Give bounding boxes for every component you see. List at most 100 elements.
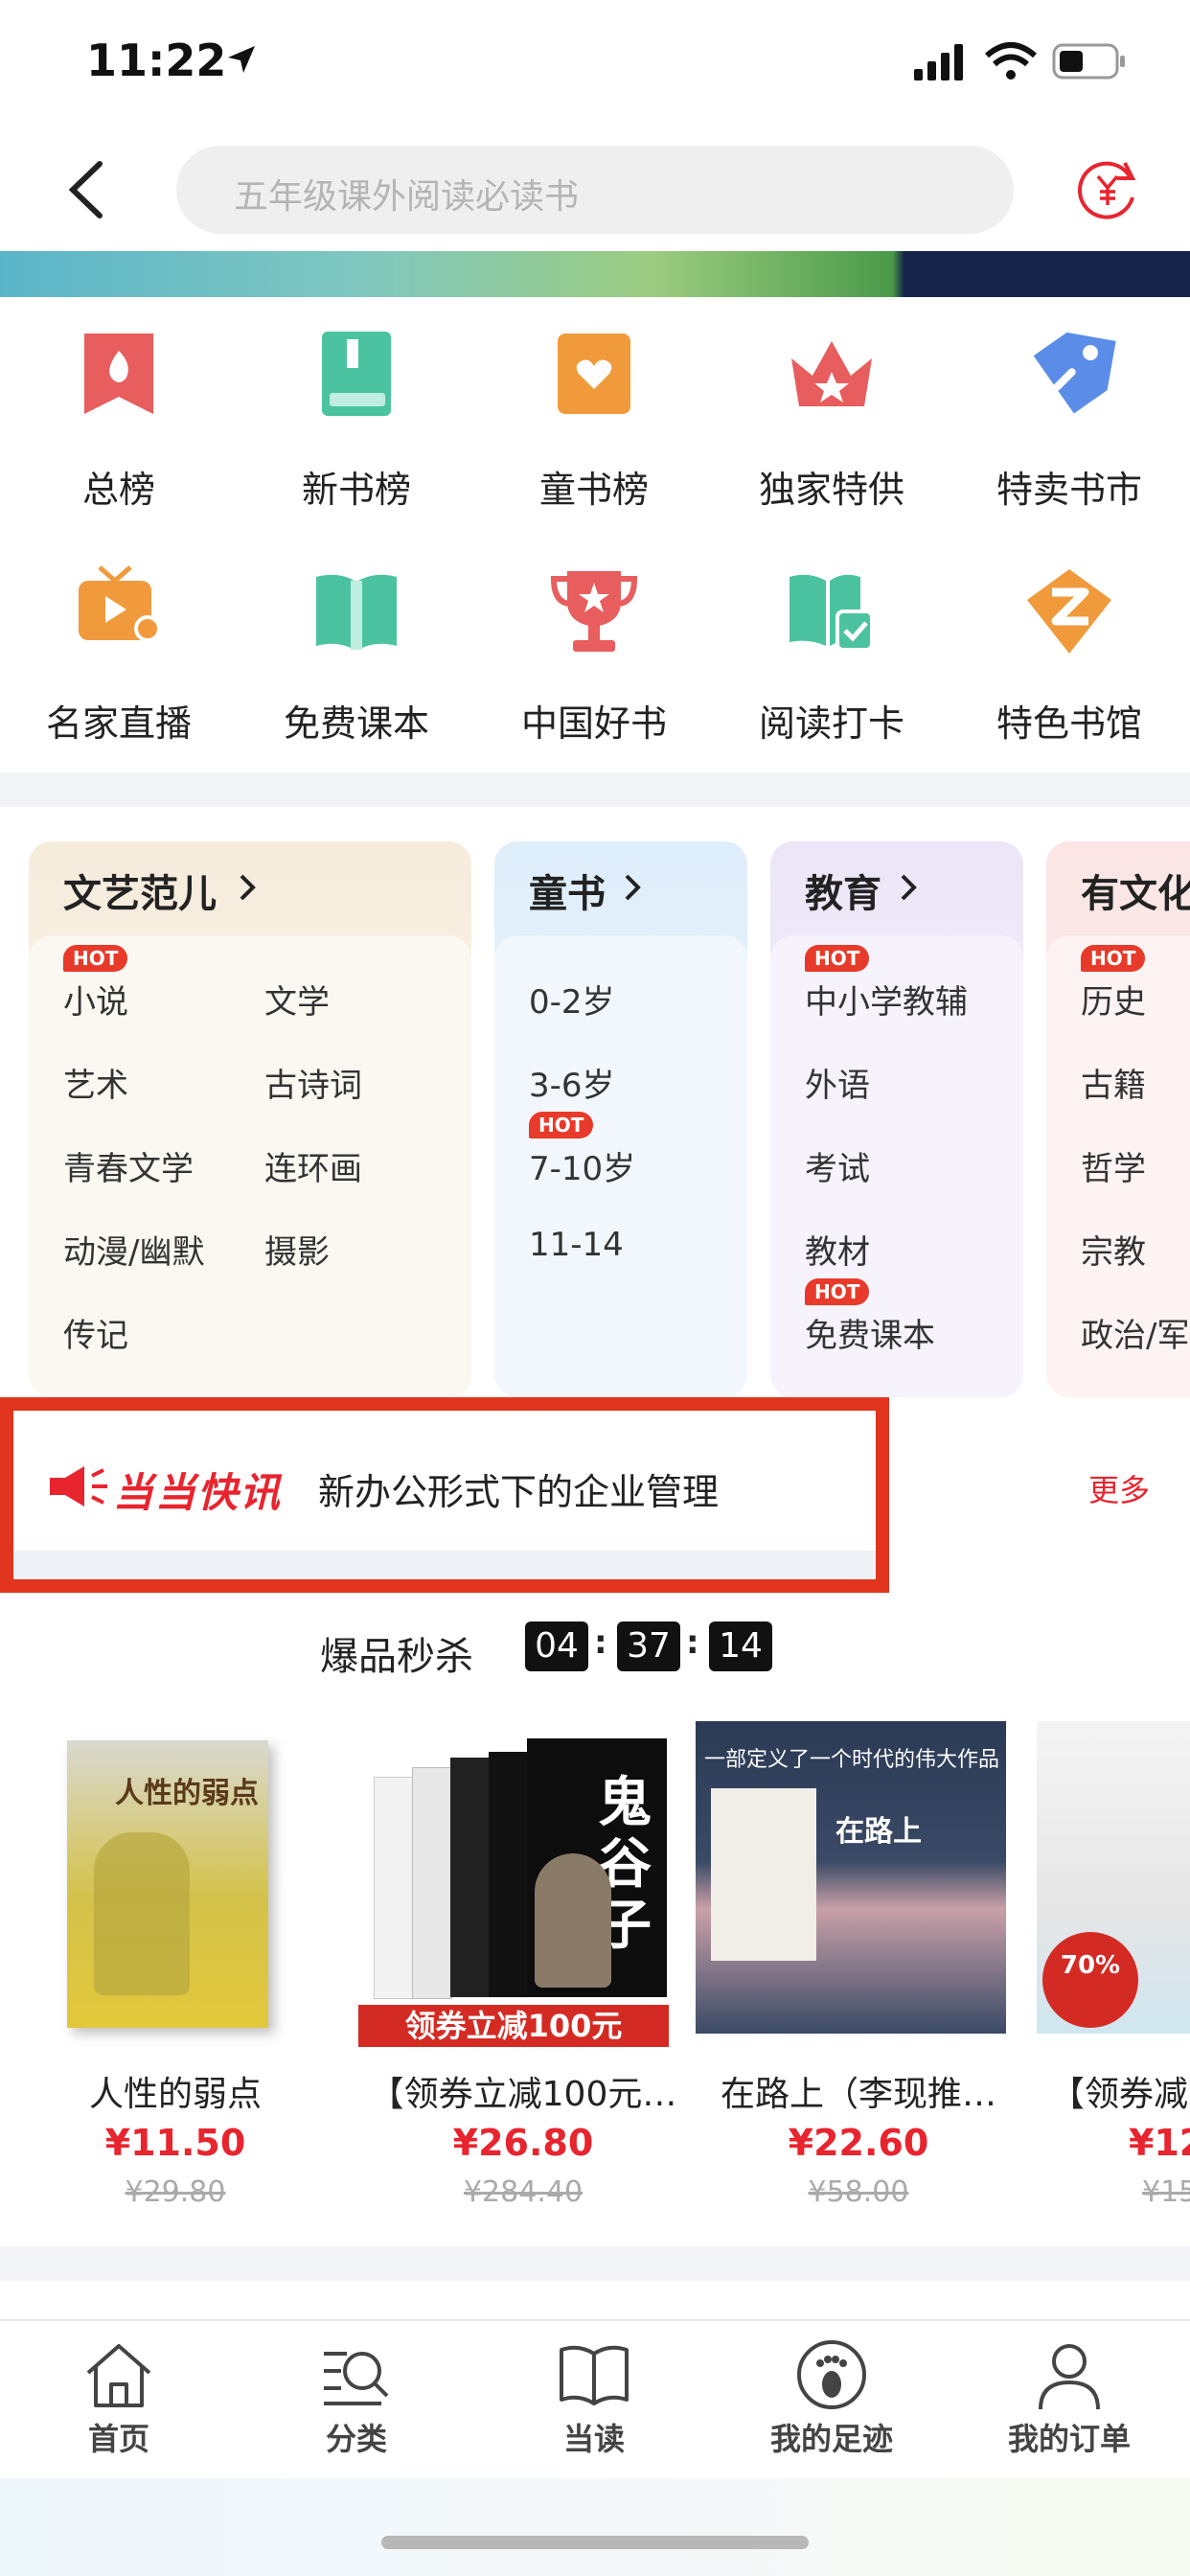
grid-label: 特色书馆 (995, 702, 1142, 745)
category-card-tongshu[interactable]: 童书 0-2岁 3-6岁 HOT 7-10岁 11-14 (494, 841, 747, 1397)
category-item[interactable]: 7-10岁 (529, 1142, 635, 1189)
category-item[interactable]: 0-2岁 (529, 976, 615, 1023)
product-card[interactable]: 人性的弱点 人性的弱点 ¥11.50 ¥29.80 (0, 1721, 351, 2258)
grid-label: 特卖书市 (995, 469, 1142, 511)
book-price: ¥22.60 (788, 2122, 929, 2164)
tab-category[interactable]: 分类 (238, 2338, 475, 2459)
category-item[interactable]: 青春文学 (63, 1142, 194, 1189)
tab-orders[interactable]: 我的订单 (950, 2338, 1188, 2459)
category-item[interactable]: 政治/军事 (1081, 1309, 1190, 1356)
grid-label: 独家特供 (758, 469, 904, 511)
category-item[interactable]: 古籍 (1081, 1059, 1146, 1106)
live-tv-icon (79, 565, 161, 642)
category-item[interactable]: 教材 (805, 1226, 870, 1273)
category-item[interactable]: 哲学 (1081, 1142, 1146, 1189)
grid-label: 新书榜 (301, 469, 411, 511)
product-card[interactable]: 70% 【领券减 ¥12 ¥15 (1037, 1721, 1190, 2258)
category-item[interactable]: 动漫/幽默 (63, 1226, 204, 1273)
cover-figure (535, 1853, 611, 1988)
battery-icon (1052, 43, 1125, 80)
grid-item-tesesuguan[interactable]: 特色书馆 (950, 564, 1188, 755)
product-card[interactable]: 一部定义了一个时代的伟大作品 在路上 在路上（李现推… ¥22.60 ¥58.0… (696, 1721, 1037, 2258)
grid-item-mianfeikeben[interactable]: 免费课本 (238, 564, 475, 755)
category-item[interactable]: 文学 (264, 976, 330, 1023)
book-cover: 一部定义了一个时代的伟大作品 在路上 (696, 1721, 1006, 2034)
category-item[interactable]: 宗教 (1081, 1226, 1146, 1273)
megaphone-icon (50, 1466, 107, 1506)
grid-item-mingjiazhibo[interactable]: 名家直播 (0, 564, 238, 755)
chevron-right-icon (240, 874, 256, 901)
banner-strip[interactable] (0, 251, 1190, 297)
hot-badge: HOT (1081, 945, 1146, 972)
category-item[interactable]: 历史 (1081, 976, 1146, 1023)
grid-item-temaishushi[interactable]: 特卖书市 (950, 326, 1188, 518)
new-book-icon (322, 332, 391, 416)
grid-item-dujiategong[interactable]: 独家特供 (713, 326, 950, 518)
category-search-icon (324, 2352, 389, 2405)
news-underline (13, 1551, 876, 1579)
back-arrow-icon[interactable] (57, 158, 115, 221)
grid-item-zhongguohaoshu[interactable]: 中国好书 (475, 564, 713, 755)
grid-item-yueduda-ka[interactable]: 阅读打卡 (713, 564, 950, 755)
countdown-separator: : (594, 1623, 607, 1662)
signal-icon (914, 44, 963, 80)
book-title: 人性的弱点 (88, 2075, 262, 2114)
countdown-hours: 04 (525, 1622, 588, 1671)
hot-badge: HOT (805, 1278, 870, 1305)
category-item[interactable]: 中小学教辅 (805, 976, 968, 1023)
category-card-youwenhua[interactable]: 有文化 HOT 历史 古籍 哲学 宗教 政治/军事 (1046, 841, 1190, 1397)
price-tag-icon (1033, 332, 1116, 414)
book-original-price: ¥284.40 (463, 2175, 584, 2209)
flame-flag-icon (84, 334, 153, 414)
category-card-jiaoyu[interactable]: 教育 HOT 中小学教辅 外语 考试 教材 HOT 免费课本 (770, 841, 1023, 1397)
news-headline[interactable]: 新办公形式下的企业管理 (318, 1462, 719, 1515)
checkin-book-icon (790, 574, 874, 652)
category-item[interactable]: 免费课本 (805, 1309, 935, 1356)
grid-item-tongshubang[interactable]: 童书榜 (475, 326, 713, 518)
category-item[interactable]: 古诗词 (264, 1059, 362, 1106)
heart-book-icon (558, 334, 630, 414)
category-item[interactable]: 外语 (805, 1059, 870, 1106)
currency-exchange-icon[interactable] (1071, 153, 1144, 226)
news-more-link[interactable]: 更多 (1088, 1466, 1150, 1510)
quick-entry-grid: 总榜 新书榜 童书榜 独家特供 特卖书市 名家直播 免费课本 中国好书 阅读打卡… (0, 326, 1190, 745)
book-title: 在路上（李现推… (720, 2075, 996, 2114)
cover-title: 人性的弱点 (115, 1777, 259, 1810)
book-price: ¥12 (1129, 2122, 1190, 2164)
book-title: 【领券立减100元… (369, 2075, 677, 2114)
tab-footprint[interactable]: 我的足迹 (713, 2338, 950, 2459)
product-card[interactable]: 鬼谷子 领券立减100元 【领券立减100元… ¥26.80 ¥284.40 (351, 1721, 696, 2258)
grid-label: 阅读打卡 (758, 702, 904, 745)
hot-badge: HOT (805, 945, 870, 972)
tab-home[interactable]: 首页 (0, 2338, 238, 2459)
open-book-icon (316, 574, 397, 650)
book-cover: 鬼谷子 领券立减100元 (355, 1738, 669, 2051)
book-original-price: ¥58.00 (808, 2175, 909, 2209)
book-title: 【领券减 (1050, 2075, 1189, 2114)
tab-label: 分类 (325, 2421, 387, 2457)
category-item[interactable]: 小说 (63, 976, 128, 1023)
category-item[interactable]: 考试 (805, 1142, 870, 1189)
category-item[interactable]: 连环画 (264, 1142, 362, 1189)
category-item[interactable]: 传记 (63, 1309, 128, 1356)
countdown-minutes: 37 (617, 1622, 680, 1671)
chevron-right-icon (901, 874, 917, 901)
book-icon (560, 2345, 629, 2405)
z-badge-icon (1027, 569, 1111, 654)
tab-reading[interactable]: 当读 (475, 2338, 713, 2459)
category-item[interactable]: 11-14 (529, 1226, 624, 1264)
category-item[interactable]: 3-6岁 (529, 1059, 615, 1106)
category-item[interactable]: 摄影 (264, 1226, 330, 1273)
grid-item-xinshubang[interactable]: 新书榜 (238, 326, 475, 518)
tab-label: 当读 (562, 2421, 625, 2457)
cover-spine (412, 1767, 452, 1999)
tab-label: 我的订单 (1007, 2421, 1131, 2457)
countdown-seconds: 14 (709, 1622, 772, 1671)
book-cover: 70% (1037, 1721, 1190, 2034)
grid-item-zongbang[interactable]: 总榜 (0, 326, 238, 518)
category-card-wenyi[interactable]: 文艺范儿 HOT 小说 艺术 青春文学 动漫/幽默 传记 文学 古诗词 连环画 … (29, 841, 471, 1397)
footprint-icon (797, 2340, 866, 2409)
category-item[interactable]: 艺术 (63, 1059, 128, 1106)
cover-inner-book (711, 1788, 816, 1961)
cover-tagline: 一部定义了一个时代的伟大作品 (703, 1748, 999, 1772)
